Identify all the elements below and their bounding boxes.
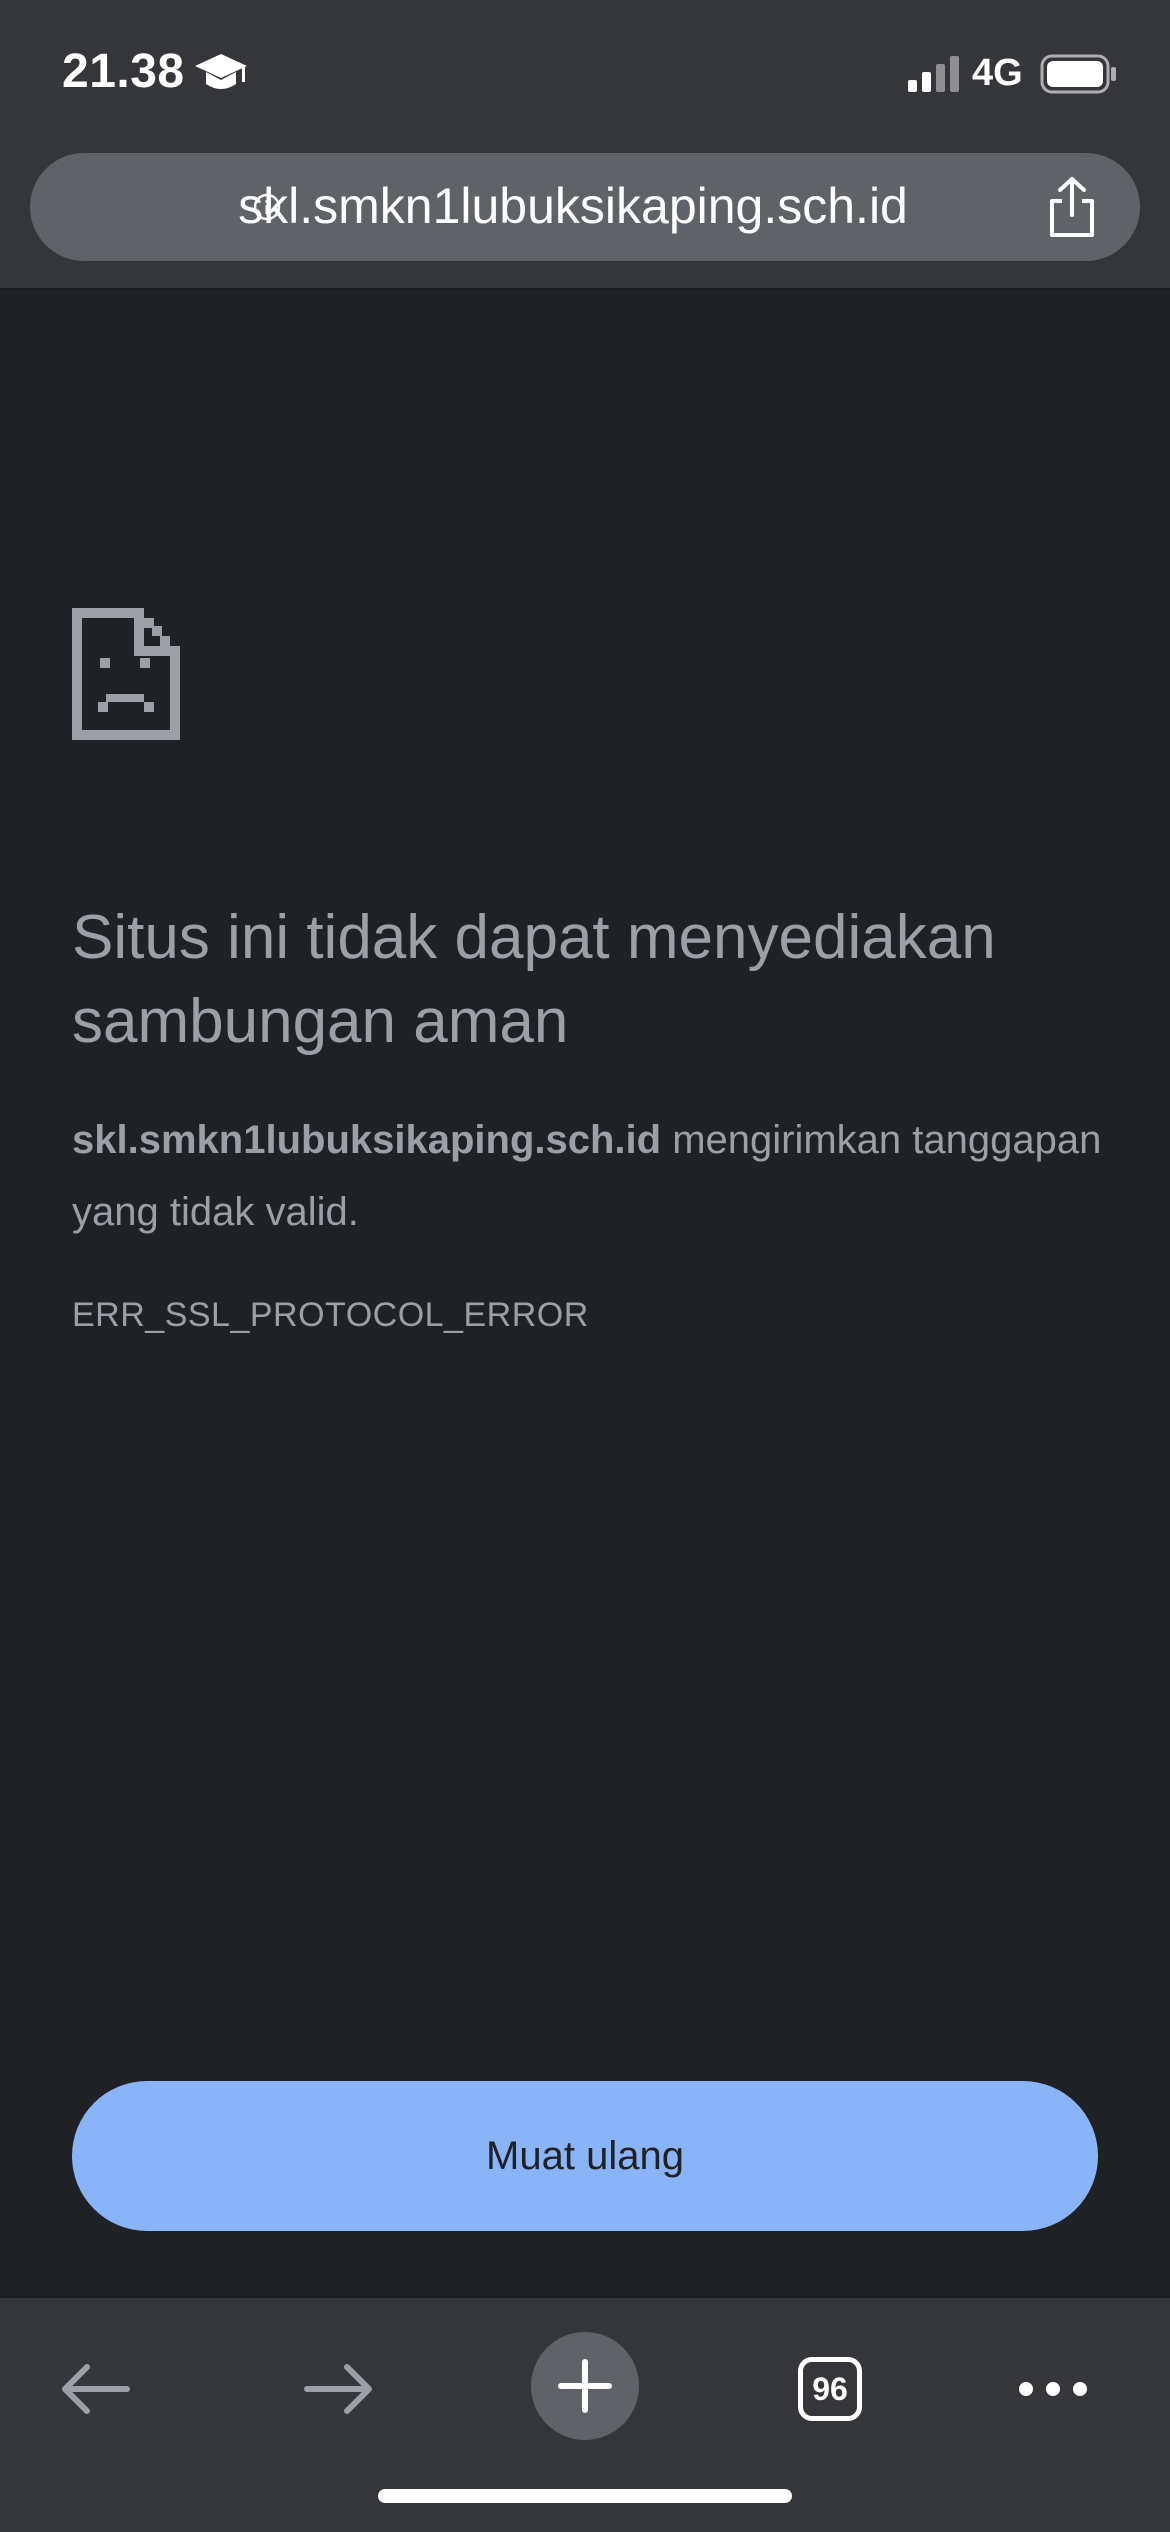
network-type-label: 4G xyxy=(972,52,1023,94)
error-code: ERR_SSL_PROTOCOL_ERROR xyxy=(72,1296,589,1334)
new-tab-button[interactable] xyxy=(531,2332,639,2440)
sad-document-icon xyxy=(72,608,180,740)
forward-arrow-icon xyxy=(304,2364,372,2414)
top-browser-chrome: 21.38 4G skl.smkn1lubuksikaping.sch.id xyxy=(0,0,1170,290)
graduation-cap-icon xyxy=(195,54,247,89)
address-bar[interactable]: skl.smkn1lubuksikaping.sch.id xyxy=(30,153,1140,261)
back-arrow-icon xyxy=(62,2364,130,2414)
error-title: Situs ini tidak dapat menyediakan sambun… xyxy=(72,903,996,1056)
browser-screen: 21.38 4G skl.smkn1lubuksikaping.sch.id S… xyxy=(0,0,1170,2532)
tab-switcher-button[interactable]: 96 xyxy=(775,2334,885,2444)
more-menu-button[interactable] xyxy=(998,2334,1108,2444)
url-text[interactable]: skl.smkn1lubuksikaping.sch.id xyxy=(30,177,1140,235)
error-host: skl.smkn1lubuksikaping.sch.id xyxy=(72,1118,662,1162)
tab-count: 96 xyxy=(798,2357,862,2421)
back-button[interactable] xyxy=(40,2334,150,2444)
error-description: skl.smkn1lubuksikaping.sch.id mengirimka… xyxy=(72,1104,1112,1248)
signal-icon xyxy=(908,56,959,92)
plus-icon xyxy=(558,2359,612,2413)
battery-icon xyxy=(1040,54,1116,94)
reload-button[interactable]: Muat ulang xyxy=(72,2081,1098,2231)
status-time: 21.38 xyxy=(62,45,185,98)
more-icon xyxy=(1019,2382,1087,2396)
share-icon[interactable] xyxy=(1040,175,1104,241)
home-indicator[interactable] xyxy=(378,2489,792,2503)
forward-button[interactable] xyxy=(284,2334,394,2444)
